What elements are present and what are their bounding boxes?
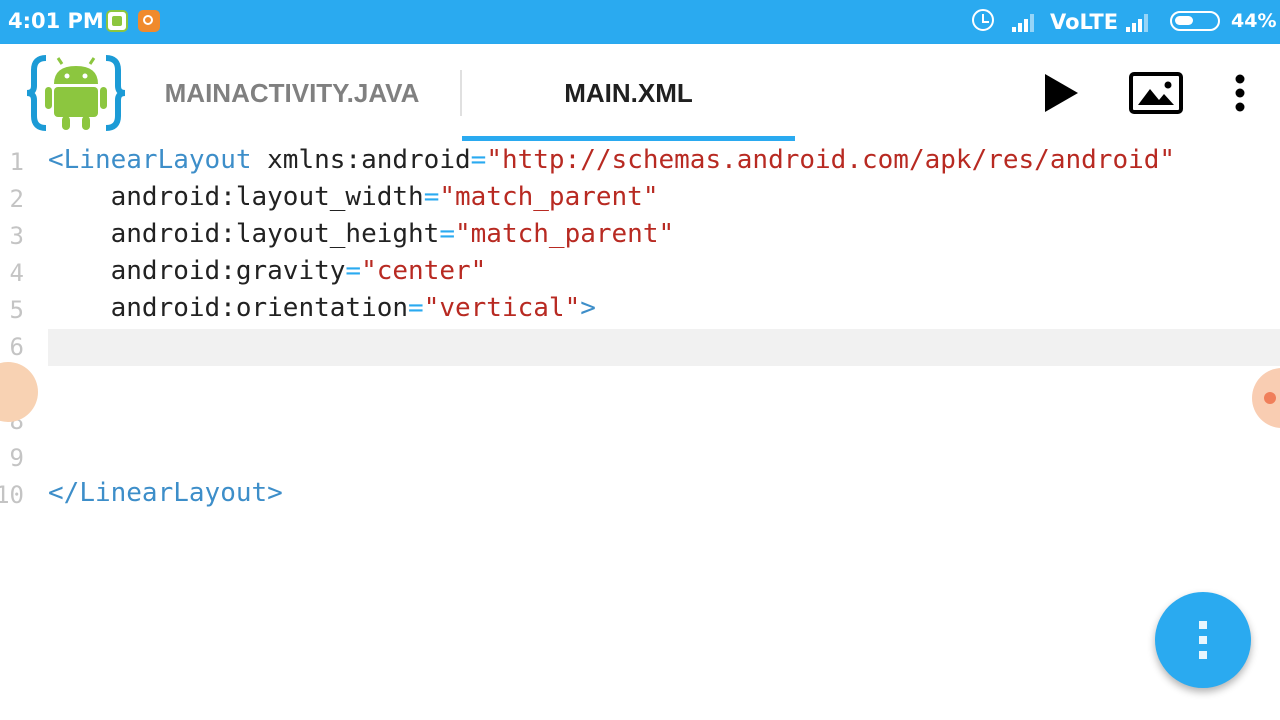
preview-button[interactable] [1124,66,1188,120]
code-string: "vertical" [423,293,581,323]
status-time: 4:01 PM [8,9,104,33]
image-icon [1129,72,1183,114]
line-number: 3 [9,222,24,250]
code-attribute: android:orientation [48,293,409,323]
tab-mainactivity-java[interactable]: MAINACTIVITY.JAVA [140,44,444,142]
code-line[interactable]: android:layout_width="match_parent" [48,182,659,212]
play-icon [1045,74,1078,112]
code-tag-bracket: > [580,293,596,323]
android-app-icon [106,10,128,32]
more-options-button[interactable] [1218,66,1262,120]
code-line[interactable]: </LinearLayout> [48,478,283,508]
code-string: "match_parent" [439,182,659,212]
line-number: 6 [9,333,24,361]
signal-icon [1012,12,1036,32]
code-string: "center" [361,256,487,286]
more-vert-icon [1199,621,1207,659]
code-string: "http://schemas.android.com/apk/res/andr… [486,145,1176,175]
code-equals: = [470,145,487,175]
code-line[interactable]: android:layout_height="match_parent" [48,219,675,249]
code-tag-bracket: < [48,145,64,175]
line-number: 9 [9,444,24,472]
line-number: 5 [9,296,24,324]
code-tag-name: LinearLayout [63,145,252,175]
code-line[interactable]: android:orientation="vertical"> [48,293,596,323]
code-line[interactable]: android:gravity="center" [48,256,487,286]
code-editor[interactable]: 1 2 3 4 5 6 7 8 9 10 <LinearLayout xmlns… [0,142,1280,720]
code-equals: = [408,293,424,323]
status-bar: 4:01 PM VoLTE 44% [0,0,1280,44]
current-line-highlight [48,329,1280,366]
code-attribute: xmlns:android [251,145,471,175]
line-number: 2 [9,185,24,213]
code-equals: = [345,256,362,286]
tab-main-xml[interactable]: MAIN.XML [462,44,795,142]
fab-more-button[interactable] [1155,592,1251,688]
battery-percent: 44% [1231,10,1277,32]
code-attribute: android:gravity [48,256,346,286]
battery-icon [1170,11,1220,31]
code-tag-bracket: > [267,478,283,508]
code-attribute: android:layout_width [48,182,424,212]
code-tag-name: LinearLayout [79,478,268,508]
line-number: 10 [0,481,24,509]
code-tag-bracket: </ [48,478,80,508]
recorder-app-icon [138,10,160,32]
code-equals: = [423,182,440,212]
line-number: 1 [9,148,24,176]
selected-tab-indicator [462,136,795,141]
code-attribute: android:layout_height [48,219,440,249]
code-line[interactable]: <LinearLayout xmlns:android="http://sche… [48,145,1175,175]
app-toolbar: MAINACTIVITY.JAVA MAIN.XML [0,44,1280,142]
line-number: 4 [9,259,24,287]
run-button[interactable] [1034,66,1088,120]
code-equals: = [439,219,455,249]
network-type-label: VoLTE [1050,10,1119,34]
more-vert-icon [1235,74,1245,112]
signal-icon [1126,12,1150,32]
android-ide-logo-icon [24,50,128,136]
battery-level-fill [1175,16,1193,25]
code-string: "match_parent" [455,219,675,249]
alarm-icon [972,9,994,31]
